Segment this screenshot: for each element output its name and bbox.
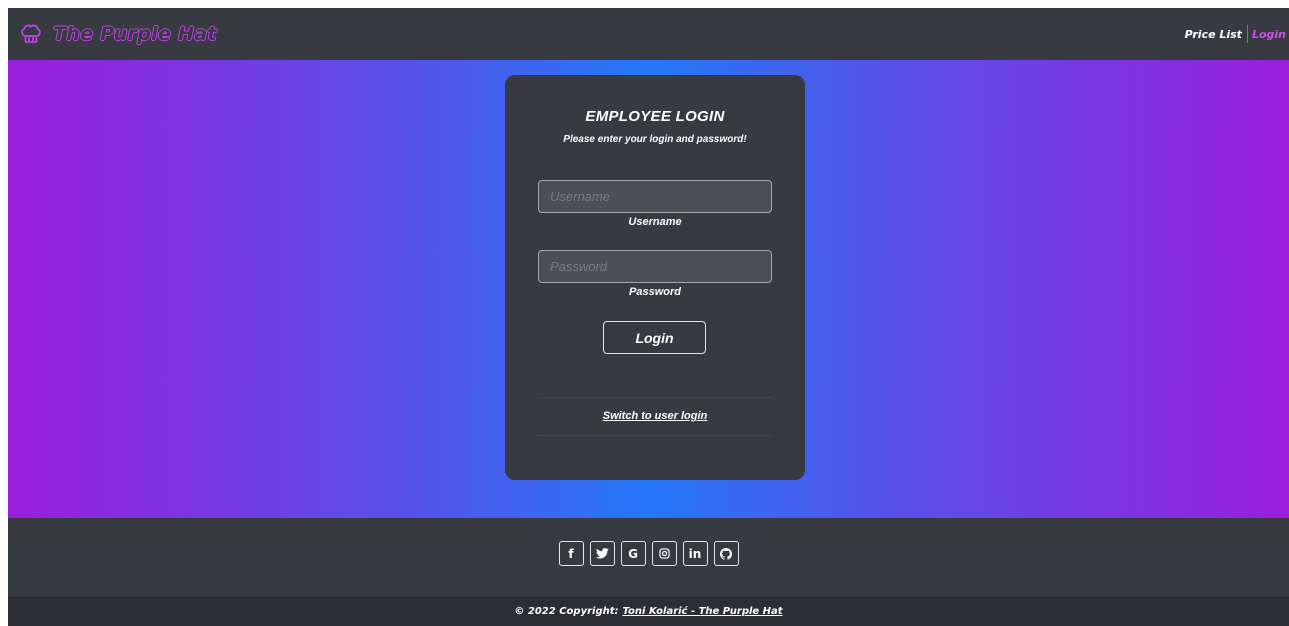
- instagram-icon[interactable]: [651, 541, 677, 566]
- brand-link[interactable]: The Purple Hat: [19, 22, 217, 46]
- copyright-text: © 2022 Copyright:: [514, 606, 619, 617]
- nav-login-link[interactable]: Login: [1248, 28, 1286, 41]
- login-subtitle: Please enter your login and password!: [563, 134, 747, 145]
- nav-links: Price List Login: [1185, 25, 1286, 43]
- employee-login-card: EMPLOYEE LOGIN Please enter your login a…: [505, 75, 805, 480]
- social-links: f G in: [8, 541, 1289, 566]
- copyright-author-link[interactable]: Toni Kolarić - The Purple Hat: [623, 606, 783, 617]
- divider: [538, 435, 772, 436]
- facebook-glyph: f: [568, 546, 574, 561]
- username-label: Username: [628, 216, 682, 228]
- top-navbar: The Purple Hat Price List Login: [8, 8, 1289, 60]
- linkedin-glyph: in: [688, 546, 702, 561]
- nav-price-list-link[interactable]: Price List: [1185, 28, 1247, 41]
- facebook-icon[interactable]: f: [558, 541, 584, 566]
- login-button[interactable]: Login: [603, 321, 706, 354]
- github-icon[interactable]: [713, 541, 739, 566]
- username-input[interactable]: [538, 180, 772, 213]
- google-glyph: G: [628, 546, 638, 561]
- gradient-background: EMPLOYEE LOGIN Please enter your login a…: [8, 60, 1289, 518]
- twitter-icon[interactable]: [589, 541, 615, 566]
- chef-hat-icon: [19, 22, 43, 46]
- footer: f G in: [8, 518, 1289, 597]
- password-label: Password: [629, 286, 681, 298]
- brand-name: The Purple Hat: [53, 23, 217, 45]
- login-title: EMPLOYEE LOGIN: [585, 108, 725, 125]
- password-input[interactable]: [538, 250, 772, 283]
- google-icon[interactable]: G: [620, 541, 646, 566]
- linkedin-icon[interactable]: in: [682, 541, 708, 566]
- copyright-bar: © 2022 Copyright: Toni Kolarić - The Pur…: [8, 597, 1289, 626]
- divider: [538, 397, 772, 398]
- page-frame: The Purple Hat Price List Login EMPLOYEE…: [8, 8, 1289, 626]
- switch-to-user-login-link[interactable]: Switch to user login: [505, 410, 805, 422]
